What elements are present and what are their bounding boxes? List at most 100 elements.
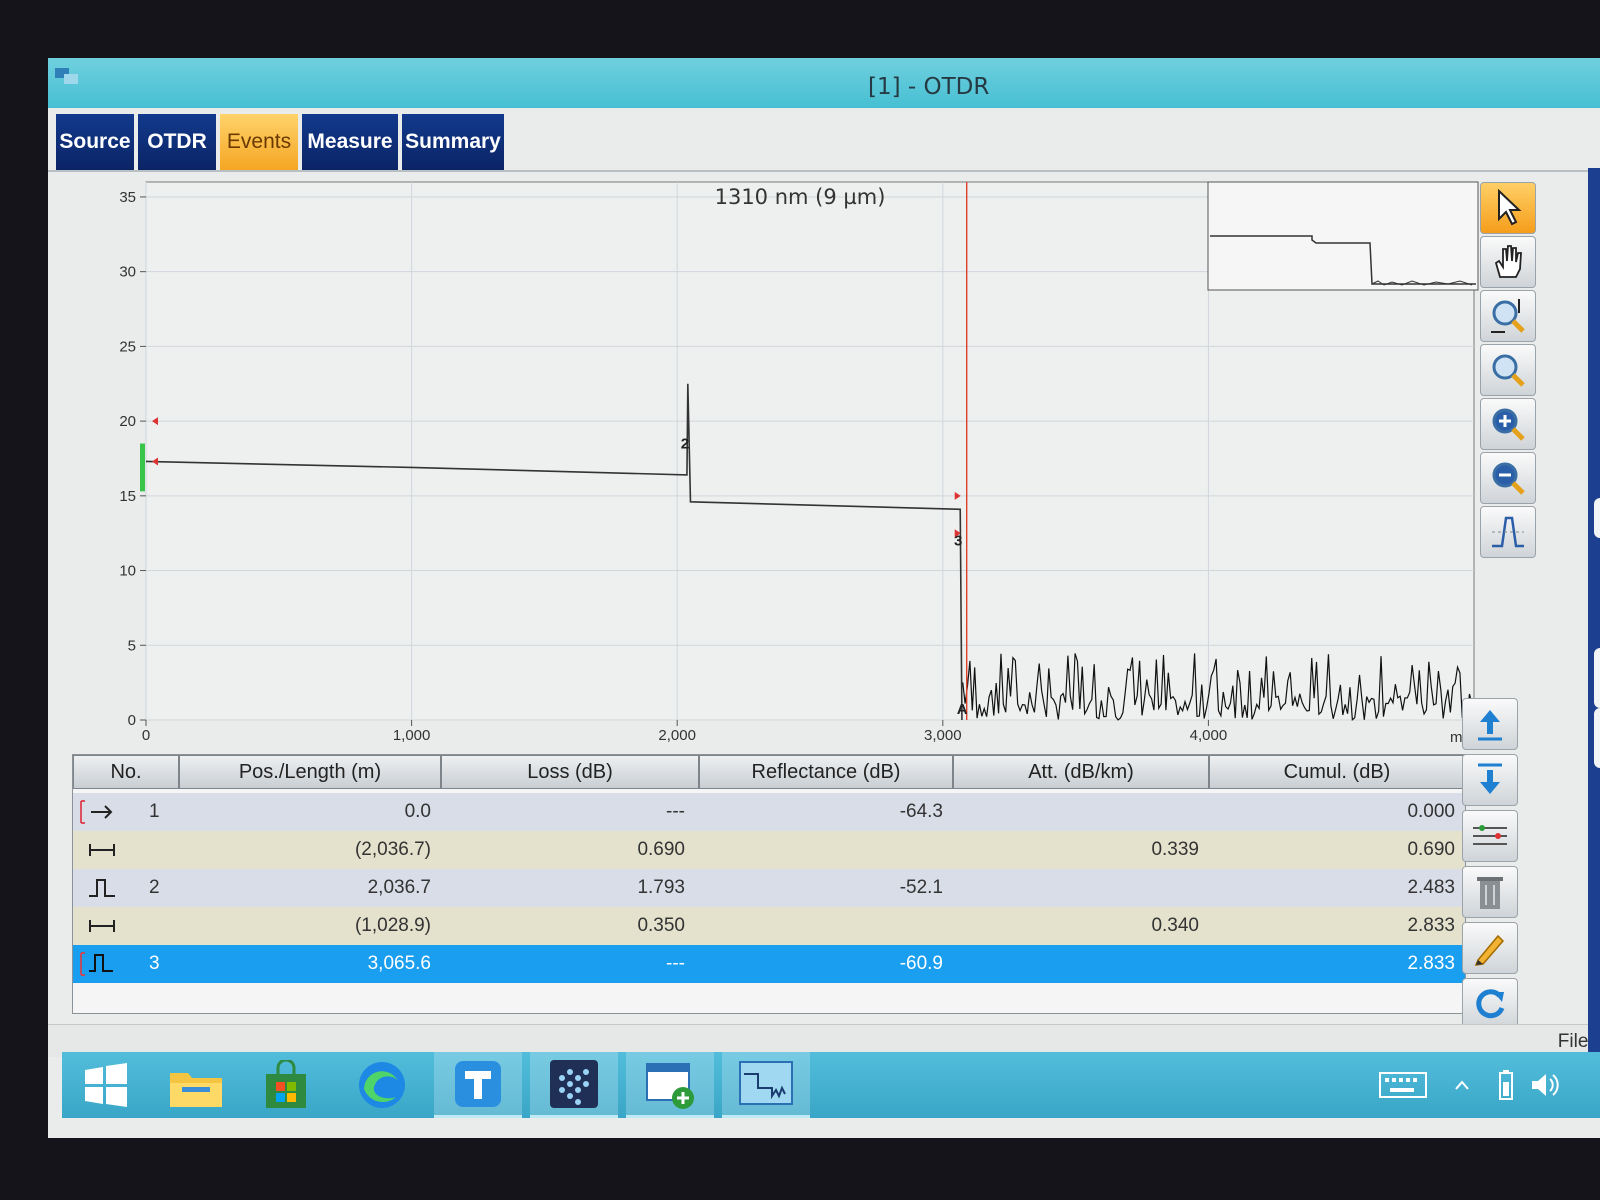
row-cumulative: 2.833 <box>1407 915 1455 936</box>
col-position[interactable]: Pos./Length (m) <box>179 755 441 789</box>
table-row[interactable]: (1,028.9) 0.350 0.340 2.833 <box>73 907 1465 945</box>
trash-icon <box>1477 877 1503 909</box>
taskbar-store[interactable] <box>242 1052 330 1118</box>
otdr-app-icon <box>739 1060 793 1105</box>
table-row-selected[interactable]: 3 3,065.6 --- -60.9 2.833 <box>73 945 1465 983</box>
col-attenuation[interactable]: Att. (dB/km) <box>953 755 1209 789</box>
table-header: No. Pos./Length (m) Loss (dB) Reflectanc… <box>73 755 1465 791</box>
row-no: 1 <box>149 801 160 822</box>
x-tick-label: 0 <box>142 727 150 744</box>
col-loss[interactable]: Loss (dB) <box>441 755 699 789</box>
zoom-reset-icon <box>1492 354 1525 387</box>
taskbar-otdr-app[interactable] <box>722 1052 810 1118</box>
move-down-button[interactable] <box>1462 754 1518 806</box>
y-tick-label: 20 <box>119 413 136 430</box>
overview-inset[interactable] <box>1207 181 1479 291</box>
row-reflectance: -52.1 <box>899 877 943 898</box>
row-attenuation <box>953 945 1199 983</box>
zoom-area-button[interactable] <box>1480 290 1536 342</box>
zoom-reset-button[interactable] <box>1480 344 1536 396</box>
start-button[interactable] <box>62 1052 150 1118</box>
tab-source[interactable]: Source <box>56 114 134 170</box>
pan-tool-button[interactable] <box>1480 236 1536 288</box>
tab-events[interactable]: Events <box>220 114 298 170</box>
row-reflectance: -60.9 <box>899 953 943 974</box>
row-loss: 1.793 <box>637 877 685 898</box>
table-row[interactable]: 1 0.0 --- -64.3 0.000 <box>73 793 1465 831</box>
edit-pencil-icon <box>1474 934 1505 966</box>
zoom-in-button[interactable] <box>1480 398 1536 450</box>
col-reflectance[interactable]: Reflectance (dB) <box>699 755 953 789</box>
pointer-tool-button[interactable] <box>1480 182 1536 234</box>
taskbar <box>62 1052 1600 1118</box>
event-table-button[interactable] <box>1462 810 1518 862</box>
side-panel-item[interactable]: Ma <box>1594 498 1600 538</box>
reflective-event-icon <box>77 945 121 983</box>
row-cumulative: 0.000 <box>1407 801 1455 822</box>
taskbar-dots-app[interactable] <box>530 1052 618 1118</box>
event-marker[interactable]: 2 <box>681 436 689 453</box>
taskbar-t-app[interactable] <box>434 1052 522 1118</box>
event-table-icon <box>1473 825 1507 845</box>
move-up-button[interactable] <box>1462 698 1518 750</box>
delete-button[interactable] <box>1462 866 1518 918</box>
tab-divider <box>48 170 1600 172</box>
y-tick-label: 5 <box>128 637 136 654</box>
y-tick-label: 30 <box>119 264 136 281</box>
col-cumulative[interactable]: Cumul. (dB) <box>1209 755 1465 789</box>
zoom-out-button[interactable] <box>1480 452 1536 504</box>
fit-trace-button[interactable] <box>1480 506 1536 558</box>
tray-overflow-button[interactable] <box>1442 1052 1482 1118</box>
y-tick-label: 25 <box>119 338 136 355</box>
y-tick-label: 10 <box>119 563 136 580</box>
side-panel-item[interactable]: Us <box>1594 708 1600 768</box>
speaker-icon <box>1532 1074 1559 1096</box>
y-tick-label: 0 <box>128 712 136 729</box>
x-tick-label: 4,000 <box>1190 727 1228 744</box>
battery-icon <box>1499 1070 1513 1100</box>
y-tick-label: 35 <box>119 189 136 206</box>
hand-pan-icon <box>1494 245 1522 278</box>
refresh-button[interactable] <box>1462 978 1518 1030</box>
trace-chart[interactable]: 0 5 10 15 20 25 30 35 0 1,000 2,000 3,000 4,000 A 2 3… <box>72 174 1532 814</box>
keyboard-icon <box>1379 1072 1427 1098</box>
row-position: (1,028.9) <box>354 915 431 936</box>
taskbar-calendar-app[interactable] <box>626 1052 714 1118</box>
fit-trace-icon <box>1492 516 1524 548</box>
col-no[interactable]: No. <box>73 755 179 789</box>
row-loss: --- <box>666 801 685 822</box>
side-panel-item[interactable]: Te <box>1594 648 1600 708</box>
volume-tray-button[interactable] <box>1524 1052 1564 1118</box>
battery-tray-button[interactable] <box>1486 1052 1526 1118</box>
row-no: 2 <box>149 877 160 898</box>
tab-otdr[interactable]: OTDR <box>138 114 216 170</box>
row-attenuation: 0.339 <box>1151 839 1199 860</box>
taskbar-edge[interactable] <box>338 1052 426 1118</box>
row-cumulative: 0.690 <box>1407 839 1455 860</box>
chart-title: 1310 nm (9 µm) <box>715 185 886 209</box>
title-bar: [1] - OTDR <box>48 58 1600 108</box>
x-tick-label: 2,000 <box>658 727 696 744</box>
taskbar-file-explorer[interactable] <box>152 1052 240 1118</box>
tab-summary[interactable]: Summary <box>402 114 504 170</box>
table-row[interactable]: (2,036.7) 0.690 0.339 0.690 <box>73 831 1465 869</box>
pointer-icon <box>1498 189 1522 226</box>
trace-plot[interactable]: 0 5 10 15 20 25 30 35 0 1,000 2,000 3,000 4,000 A 2 3… <box>72 174 1482 764</box>
launch-marker <box>140 443 145 492</box>
row-attenuation: 0.340 <box>1151 915 1199 936</box>
row-position: (2,036.7) <box>354 839 431 860</box>
otdr-window: [1] - OTDR Source OTDR Events Measure Su… <box>48 58 1600 1138</box>
edge-browser-icon <box>359 1062 405 1108</box>
keyboard-tray-button[interactable] <box>1368 1052 1438 1118</box>
zoom-in-icon <box>1492 408 1525 441</box>
launch-arrow-icon <box>77 793 117 831</box>
move-up-icon <box>1478 710 1502 741</box>
tab-measure[interactable]: Measure <box>302 114 398 170</box>
table-row[interactable]: 2 2,036.7 1.793 -52.1 2.483 <box>73 869 1465 907</box>
edit-button[interactable] <box>1462 922 1518 974</box>
app-logo-icon <box>55 68 78 84</box>
row-loss: --- <box>666 953 685 974</box>
section-span-icon <box>87 831 127 869</box>
row-position: 3,065.6 <box>367 953 431 974</box>
x-axis: 0 1,000 2,000 3,000 4,000 <box>142 720 1227 744</box>
